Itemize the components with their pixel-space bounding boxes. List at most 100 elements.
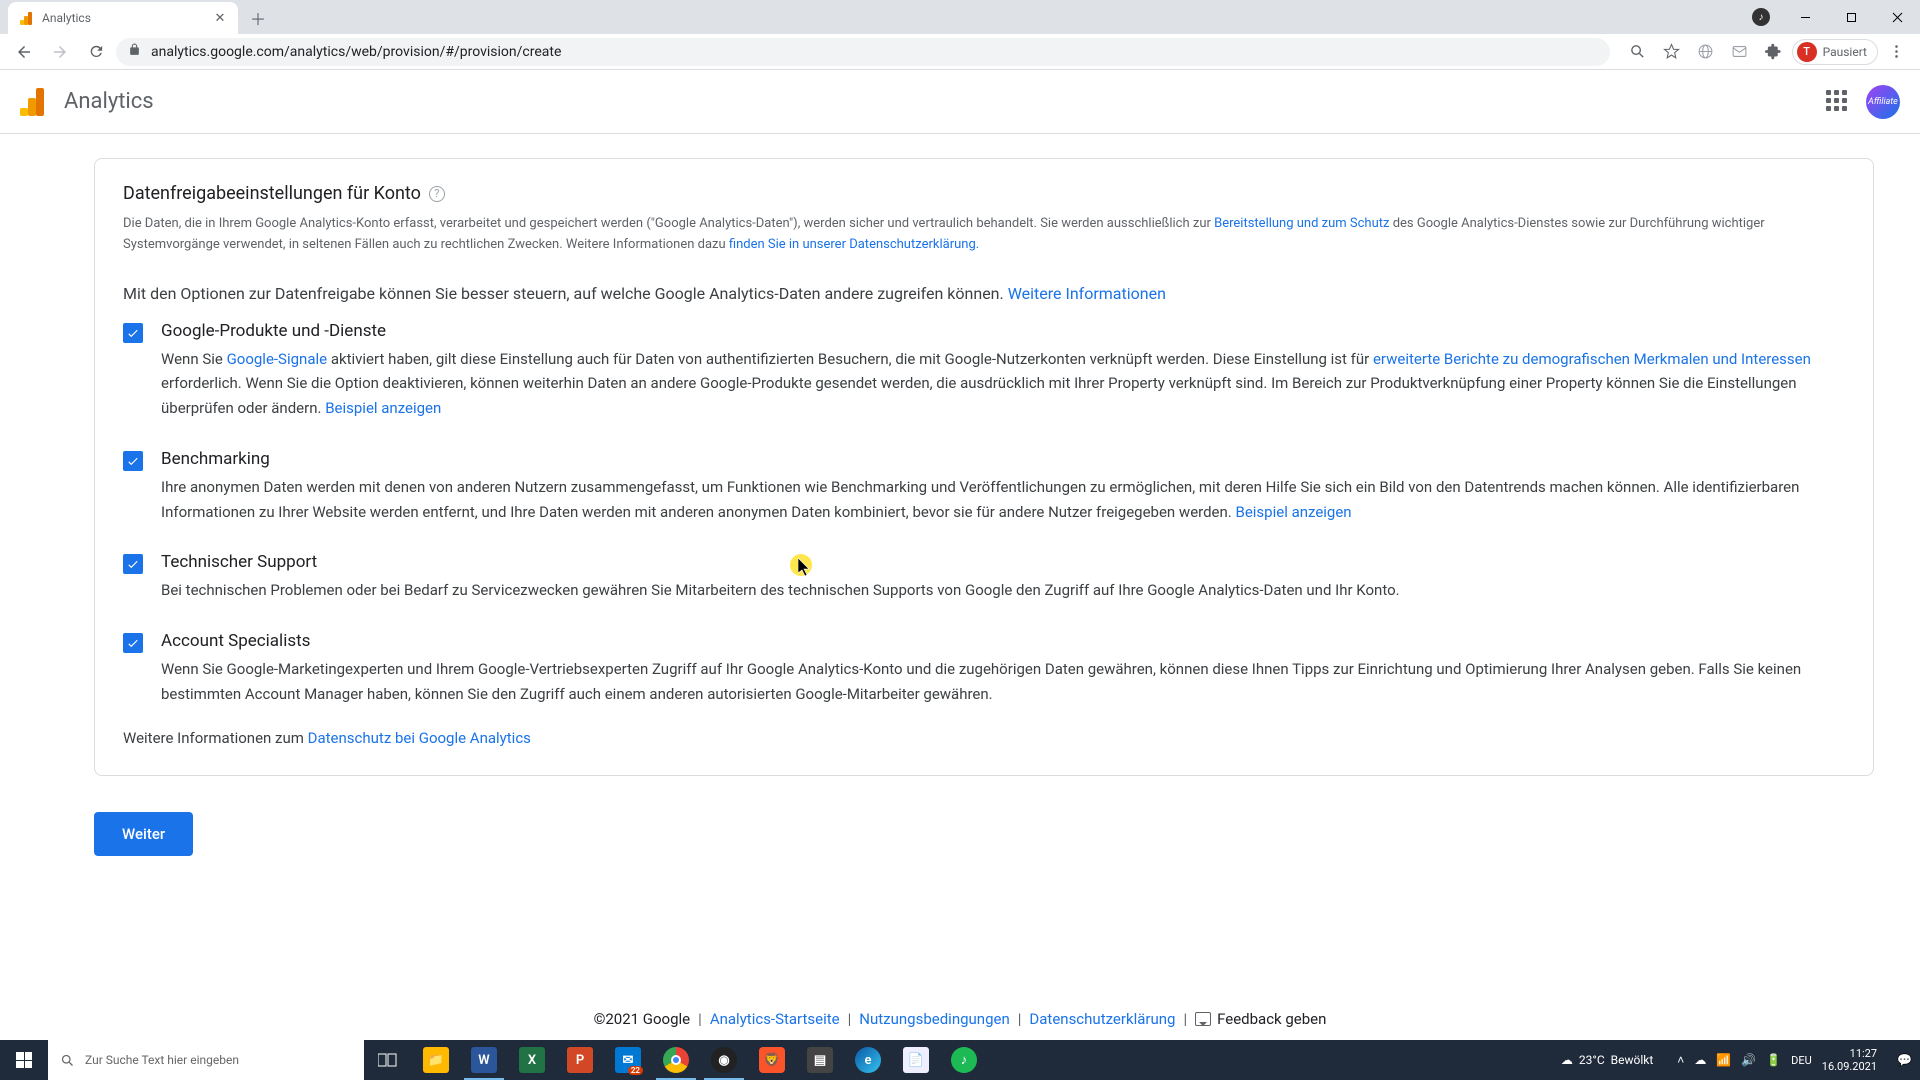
tab-favicon <box>18 10 34 26</box>
link-google-signals[interactable]: Google-Signale <box>227 350 328 368</box>
nav-forward-button[interactable] <box>44 36 76 68</box>
battery-icon[interactable]: 🔋 <box>1766 1053 1781 1067</box>
option-benchmarking: Benchmarking Ihre anonymen Daten werden … <box>123 449 1845 525</box>
opt4-title: Account Specialists <box>161 631 1845 651</box>
profile-chip[interactable]: T Pausiert <box>1792 39 1878 65</box>
brave-icon[interactable]: 🦁 <box>748 1040 796 1080</box>
notifications-icon[interactable]: 💬 <box>1897 1053 1912 1067</box>
opt1-desc: Wenn Sie Google-Signale aktiviert haben,… <box>161 347 1845 421</box>
tab-close-icon[interactable]: ✕ <box>212 10 228 26</box>
system-tray: ˄ ☁ 📶 🔊 🔋 DEU <box>1677 1053 1811 1067</box>
opt3-title: Technischer Support <box>161 552 1845 572</box>
word-icon[interactable]: W <box>460 1040 508 1080</box>
search-placeholder: Zur Suche Text hier eingeben <box>85 1053 239 1067</box>
app-header: Analytics Affiliate <box>0 70 1920 134</box>
search-icon <box>60 1053 75 1068</box>
browser-toolbar: analytics.google.com/analytics/web/provi… <box>0 34 1920 70</box>
weather-temp: 23°C <box>1579 1053 1605 1067</box>
footer-link-privacy[interactable]: Datenschutzerklärung <box>1029 1010 1175 1028</box>
help-icon[interactable]: ? <box>429 186 445 202</box>
mail-icon[interactable]: ✉22 <box>604 1040 652 1080</box>
media-control-icon[interactable]: ♪ <box>1752 8 1770 26</box>
checkbox-account-specialists[interactable] <box>123 633 143 653</box>
weather-widget[interactable]: ☁ 23°C Bewölkt <box>1561 1053 1653 1067</box>
link-privacy-policy[interactable]: finden Sie in unserer Datenschutzerkläru… <box>729 237 979 252</box>
chrome-icon[interactable] <box>652 1040 700 1080</box>
feedback-icon <box>1195 1012 1211 1026</box>
window-close-button[interactable] <box>1874 0 1920 34</box>
nav-reload-button[interactable] <box>80 36 112 68</box>
sub-intro: Mit den Optionen zur Datenfreigabe könne… <box>123 284 1845 303</box>
link-show-example-1[interactable]: Beispiel anzeigen <box>325 399 441 417</box>
link-provision-protection[interactable]: Bereitstellung und zum Schutz <box>1214 216 1389 231</box>
excel-icon[interactable]: X <box>508 1040 556 1080</box>
address-bar[interactable]: analytics.google.com/analytics/web/provi… <box>116 38 1610 66</box>
settings-card: Datenfreigabeeinstellungen für Konto ? D… <box>94 158 1874 776</box>
profile-avatar-icon: T <box>1797 42 1817 62</box>
new-tab-button[interactable]: ＋ <box>244 4 272 32</box>
taskbar-clock[interactable]: 11:27 16.09.2021 <box>1822 1047 1877 1073</box>
nav-back-button[interactable] <box>8 36 40 68</box>
window-maximize-button[interactable] <box>1828 0 1874 34</box>
footer-link-home[interactable]: Analytics-Startseite <box>710 1010 840 1028</box>
edge-icon[interactable]: e <box>844 1040 892 1080</box>
taskbar-search[interactable]: Zur Suche Text hier eingeben <box>48 1040 364 1080</box>
clock-date: 16.09.2021 <box>1822 1060 1877 1073</box>
link-demographic-reports[interactable]: erweiterte Berichte zu demografischen Me… <box>1373 350 1811 368</box>
tab-title: Analytics <box>42 11 91 25</box>
extensions-icon[interactable] <box>1758 36 1790 68</box>
app1-icon[interactable]: ▤ <box>796 1040 844 1080</box>
volume-icon[interactable]: 🔊 <box>1741 1053 1756 1067</box>
weather-desc: Bewölkt <box>1611 1053 1654 1067</box>
translate-icon[interactable] <box>1690 36 1722 68</box>
section-title: Datenfreigabeeinstellungen für Konto ? <box>123 183 1845 204</box>
powerpoint-icon[interactable]: P <box>556 1040 604 1080</box>
google-apps-icon[interactable] <box>1826 90 1850 114</box>
weather-icon: ☁ <box>1561 1053 1573 1067</box>
language-indicator[interactable]: DEU <box>1791 1054 1812 1067</box>
wifi-icon[interactable]: 📶 <box>1716 1053 1731 1067</box>
tray-chevron-icon[interactable]: ˄ <box>1677 1053 1684 1067</box>
start-button[interactable] <box>0 1040 48 1080</box>
task-view-icon[interactable] <box>364 1040 412 1080</box>
window-minimize-button[interactable] <box>1782 0 1828 34</box>
privacy-note: Weitere Informationen zum Datenschutz be… <box>123 729 1845 747</box>
option-tech-support: Technischer Support Bei technischen Prob… <box>123 552 1845 603</box>
zoom-icon[interactable] <box>1622 36 1654 68</box>
footer-link-terms[interactable]: Nutzungsbedingungen <box>859 1010 1009 1028</box>
next-button[interactable]: Weiter <box>94 812 193 856</box>
intro-text: Die Daten, die in Ihrem Google Analytics… <box>123 214 1845 256</box>
opt2-title: Benchmarking <box>161 449 1845 469</box>
browser-tabstrip: Analytics ✕ ＋ ♪ <box>0 0 1920 34</box>
browser-tab-active[interactable]: Analytics ✕ <box>8 2 238 34</box>
checkbox-tech-support[interactable] <box>123 554 143 574</box>
window-controls <box>1782 0 1920 34</box>
checkbox-benchmarking[interactable] <box>123 451 143 471</box>
content-area: Datenfreigabeeinstellungen für Konto ? D… <box>0 134 1920 998</box>
obs-icon[interactable]: ◉ <box>700 1040 748 1080</box>
chrome-menu-icon[interactable] <box>1880 36 1912 68</box>
link-more-info[interactable]: Weitere Informationen <box>1008 284 1166 303</box>
opt3-desc: Bei technischen Problemen oder bei Bedar… <box>161 578 1845 603</box>
page-footer: ©2021 Google | Analytics-Startseite | Nu… <box>0 998 1920 1040</box>
link-show-example-2[interactable]: Beispiel anzeigen <box>1235 503 1351 521</box>
windows-taskbar: Zur Suche Text hier eingeben 📁 W X P ✉22… <box>0 1040 1920 1080</box>
bookmark-icon[interactable] <box>1656 36 1688 68</box>
spotify-icon[interactable]: ♪ <box>940 1040 988 1080</box>
opt4-desc: Wenn Sie Google-Marketingexperten und Ih… <box>161 657 1845 707</box>
copyright: ©2021 Google <box>594 1010 691 1028</box>
notepad-icon[interactable]: 📄 <box>892 1040 940 1080</box>
onedrive-icon[interactable]: ☁ <box>1694 1053 1706 1067</box>
clock-time: 11:27 <box>1822 1047 1877 1060</box>
lock-icon <box>128 43 141 60</box>
footer-feedback[interactable]: Feedback geben <box>1195 1010 1326 1028</box>
app-title: Analytics <box>64 89 154 114</box>
account-avatar[interactable]: Affiliate <box>1866 85 1900 119</box>
checkbox-google-products[interactable] <box>123 323 143 343</box>
option-google-products: Google-Produkte und -Dienste Wenn Sie Go… <box>123 321 1845 421</box>
analytics-logo-icon <box>20 88 48 116</box>
file-explorer-icon[interactable]: 📁 <box>412 1040 460 1080</box>
gmail-ext-icon[interactable] <box>1724 36 1756 68</box>
opt1-title: Google-Produkte und -Dienste <box>161 321 1845 341</box>
link-ga-privacy[interactable]: Datenschutz bei Google Analytics <box>308 729 531 747</box>
